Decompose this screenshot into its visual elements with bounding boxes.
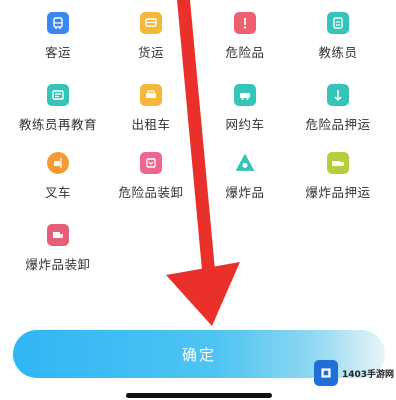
category-freight[interactable]: 货运 <box>106 12 196 68</box>
category-hazardous-escort[interactable]: 危险品押运 <box>293 84 383 140</box>
forklift-icon <box>47 152 69 174</box>
ride-hailing-icon <box>234 84 256 106</box>
escort-icon <box>327 84 349 106</box>
category-label: 爆炸品 <box>225 185 265 200</box>
explosive-escort-icon <box>327 152 349 174</box>
education-icon <box>47 84 69 106</box>
instructor-icon <box>327 12 349 34</box>
truck-icon <box>140 12 162 34</box>
category-label: 危险品押运 <box>305 117 371 132</box>
watermark-logo-icon <box>314 360 338 386</box>
category-instructor[interactable]: 教练员 <box>293 12 383 68</box>
category-ride-hailing[interactable]: 网约车 <box>200 84 290 140</box>
confirm-label: 确定 <box>181 345 216 364</box>
category-label: 危险品 <box>225 45 265 60</box>
home-indicator <box>126 393 272 398</box>
category-label: 货运 <box>137 45 164 60</box>
explosive-loading-icon <box>47 224 69 246</box>
category-label: 叉车 <box>44 185 71 200</box>
category-label: 爆炸品押运 <box>305 185 371 200</box>
category-forklift[interactable]: 叉车 <box>13 152 103 208</box>
loading-icon <box>140 152 162 174</box>
category-label: 教练员 <box>318 45 358 60</box>
category-hazardous-loading[interactable]: 危险品装卸 <box>106 152 196 208</box>
watermark-text: 1403手游网 <box>341 369 394 380</box>
category-hazardous[interactable]: 危险品 <box>200 12 290 68</box>
category-taxi[interactable]: 出租车 <box>106 84 196 140</box>
watermark: 1403手游网 <box>314 357 394 389</box>
bus-icon <box>47 12 69 34</box>
category-label: 危险品装卸 <box>118 185 184 200</box>
category-label: 网约车 <box>225 117 265 132</box>
category-instructor-reeducation[interactable]: 教练员再教育 <box>13 84 103 140</box>
category-label: 爆炸品装卸 <box>25 257 91 272</box>
category-label: 教练员再教育 <box>18 117 97 132</box>
category-label: 客运 <box>44 45 71 60</box>
category-explosive-loading[interactable]: 爆炸品装卸 <box>13 224 103 280</box>
category-passenger[interactable]: 客运 <box>13 12 103 68</box>
hazard-icon <box>234 12 256 34</box>
category-explosive-escort[interactable]: 爆炸品押运 <box>293 152 383 208</box>
category-explosive[interactable]: 爆炸品 <box>200 152 290 208</box>
explosive-icon <box>234 152 256 174</box>
category-label: 出租车 <box>131 117 171 132</box>
category-select-screen: 客运 货运 危险品 教练员 教练员再教育 出租车 网约车 危险品押运 叉车 危险… <box>0 0 396 400</box>
taxi-icon <box>140 84 162 106</box>
